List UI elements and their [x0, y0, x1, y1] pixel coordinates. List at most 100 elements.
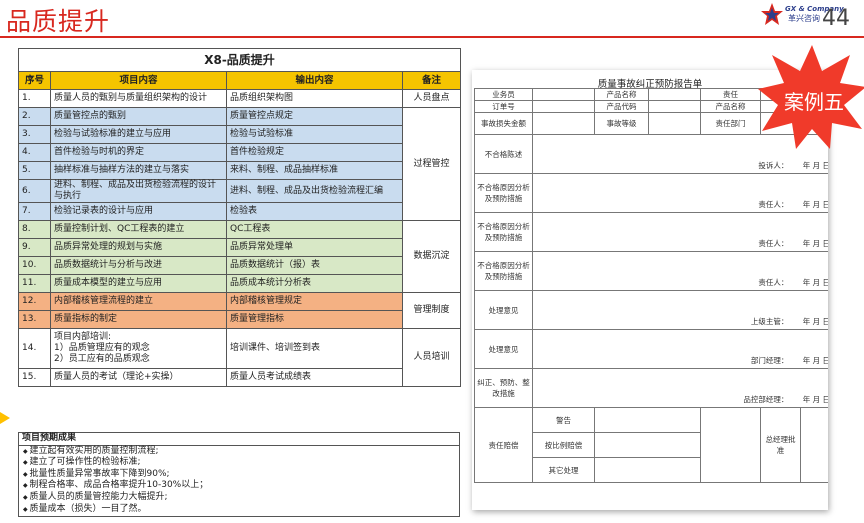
- table-cell: 4.: [18, 143, 51, 162]
- title-rule: [0, 36, 864, 38]
- table-cell: 抽样标准与抽样方法的建立与落实: [50, 161, 227, 180]
- table-cell: 品质成本统计分析表: [226, 274, 403, 293]
- table-cell: 培训课件、培训签到表: [226, 328, 403, 369]
- table-row: 2. 质量管控点的甄别 质量管控点规定 过程管控: [18, 107, 462, 221]
- remark-cell: 管理制度: [401, 292, 462, 329]
- table-cell: 5.: [18, 161, 51, 180]
- date-label: 年 月 日: [802, 395, 828, 404]
- table-cell: 检验与试验标准的建立与应用: [50, 125, 227, 144]
- table-cell: 内部稽核管理流程的建立: [50, 292, 227, 311]
- table-row: 7. 检验记录表的设计与应用 检验表: [18, 202, 461, 221]
- table-cell: 质量人员考试成绩表: [226, 368, 403, 387]
- table-cell: 质量人员的甄别与质量组织架构的设计: [50, 89, 227, 108]
- plan-table-body: 1. 质量人员的甄别与质量组织架构的设计 品质组织架构图 人员盘点 2. 质量管控点的甄别…: [18, 89, 462, 387]
- table-cell: 15.: [18, 368, 51, 387]
- table-row: 3. 检验与试验标准的建立与应用 检验与试验标准: [18, 125, 461, 144]
- outcome-text: 批量性质量异常事故率下降到90%;: [29, 468, 170, 479]
- penalty-option: 警告: [532, 407, 595, 433]
- penalty-option: 按比例赔偿: [532, 432, 595, 458]
- table-cell: 6.: [18, 179, 51, 203]
- signature-label: 责任人：: [758, 278, 789, 287]
- signature-label: 上级主管：: [750, 317, 789, 326]
- signature-label: 品控部经理：: [743, 395, 789, 404]
- table-cell: 品质数据统计（报）表: [226, 256, 403, 275]
- table-cell: 品质数据统计与分析与改进: [50, 256, 227, 275]
- pointer-arrow-icon: [0, 412, 10, 424]
- form-label: 不合格原因分析及预防措施: [474, 251, 533, 291]
- date-label: 年 月 日: [802, 317, 828, 326]
- star-logo-icon: [761, 3, 783, 25]
- table-row: 1. 质量人员的甄别与质量组织架构的设计 品质组织架构图 人员盘点: [18, 89, 462, 108]
- form-label: 处理意见: [474, 329, 533, 369]
- date-label: 年 月 日: [802, 200, 828, 209]
- table-cell: 来料、制程、成品抽样标准: [226, 161, 403, 180]
- list-item: ◆ 制程合格率、成品合格率提升10-30%以上；: [19, 480, 459, 492]
- table-cell: 3.: [18, 125, 51, 144]
- table-cell: 质量管控点的甄别: [50, 107, 227, 126]
- table-cell: 首件检验规定: [226, 143, 403, 162]
- table-cell: 检验记录表的设计与应用: [50, 202, 227, 221]
- expected-outcomes: 项目预期成果 ◆ 建立起有效实用的质量控制流程; ◆ 建立了可操作性的检验标准; ◆…: [18, 432, 460, 518]
- column-header: 备注: [401, 71, 462, 90]
- outcome-text: 质量成本（损失）一目了然。: [29, 503, 147, 514]
- remark-cell: 人员盘点: [401, 89, 462, 108]
- form-label: 处理意见: [474, 290, 533, 330]
- form-label: 事故等级: [594, 112, 649, 135]
- form-label: 产品代码: [594, 100, 649, 113]
- table-row: 14. 项目内部培训: 1）品质管理应有的观念 2）员工应有的品质观念 培训课件、培…: [18, 328, 462, 387]
- table-cell: 质量成本模型的建立与应用: [50, 274, 227, 293]
- outcome-text: 制程合格率、成品合格率提升10-30%以上；: [29, 480, 209, 491]
- form-label: 责任部门: [700, 112, 761, 135]
- signature-label: 部门经理：: [750, 356, 789, 365]
- form-label: 不合格陈述: [474, 134, 533, 174]
- table-row: 5. 抽样标准与抽样方法的建立与落实 来料、制程、成品抽样标准: [18, 161, 461, 180]
- table-cell: 检验表: [226, 202, 403, 221]
- penalty-option: 其它处理: [532, 457, 595, 483]
- case-badge: 案例五: [758, 45, 864, 149]
- logo-company-cn: 革兴咨询: [788, 14, 820, 23]
- table-cell: 首件检验与时机的界定: [50, 143, 227, 162]
- outcome-text: 建立了可操作性的检验标准;: [29, 457, 141, 468]
- table-row: 9. 品质异常处理的规划与实施 品质异常处理单: [18, 238, 461, 257]
- column-header: 序号: [18, 71, 51, 90]
- form-label: 不合格原因分析及预防措施: [474, 212, 533, 252]
- table-row: 4. 首件检验与时机的界定 首件检验规定: [18, 143, 461, 162]
- table-cell: 7.: [18, 202, 51, 221]
- list-item: ◆ 质量成本（损失）一目了然。: [19, 504, 459, 516]
- form-label: 纠正、预防、整改措施: [474, 368, 533, 408]
- outcome-text: 建立起有效实用的质量控制流程;: [29, 445, 159, 456]
- table-cell: 进料、制程、成品及出货检验流程的设计与执行: [50, 179, 227, 203]
- table-cell: QC工程表: [226, 220, 403, 239]
- form-label: 事故损失金额: [474, 112, 533, 135]
- table-cell: 品质组织架构图: [226, 89, 403, 108]
- table-cell: 12.: [18, 292, 51, 311]
- page-number: 44: [822, 6, 850, 31]
- form-label: 责任: [700, 88, 761, 101]
- page-title: 品质提升: [6, 7, 111, 36]
- outcomes-list: ◆ 建立起有效实用的质量控制流程; ◆ 建立了可操作性的检验标准; ◆ 批量性质量异…: [19, 446, 459, 516]
- table-row: 15. 质量人员的考试（理论+实操） 质量人员考试成绩表: [18, 368, 461, 387]
- column-header: 项目内容: [50, 71, 227, 90]
- form-label: 不合格原因分析及预防措施: [474, 173, 533, 213]
- table-title: X8-品质提升: [17, 48, 462, 72]
- date-label: 年 月 日: [802, 278, 828, 287]
- table-cell: 质量人员的考试（理论+实操）: [50, 368, 227, 387]
- list-item: ◆ 建立起有效实用的质量控制流程;: [19, 446, 459, 458]
- table-row: 8. 质量控制计划、QC工程表的建立 QC工程表 数据沉淀: [18, 220, 462, 293]
- table-cell: 品质异常处理的规划与实施: [50, 238, 227, 257]
- date-label: 年 月 日: [802, 356, 828, 365]
- table-cell: 质量控制计划、QC工程表的建立: [50, 220, 227, 239]
- table-cell: 进料、制程、成品及出货检验流程汇编: [226, 179, 403, 203]
- table-cell: 9.: [18, 238, 51, 257]
- table-cell: 内部稽核管理规定: [226, 292, 403, 311]
- remark-cell: 人员培训: [401, 328, 462, 387]
- column-header: 输出内容: [226, 71, 403, 90]
- quality-plan-table: X8-品质提升 序号 项目内容 输出内容 备注 1. 质量人员的甄别与质量组织架构…: [17, 48, 462, 387]
- table-row: 12. 内部稽核管理流程的建立 内部稽核管理规定 管理制度: [18, 292, 462, 329]
- signature-label: 责任人：: [758, 239, 789, 248]
- table-row: 13. 质量指标的制定 质量管理指标: [18, 310, 461, 329]
- form-label: 总经理批准: [760, 407, 801, 483]
- remark-cell: 过程管控: [401, 107, 462, 221]
- form-label: 产品名称: [594, 88, 649, 101]
- case-badge-label: 案例五: [784, 90, 844, 114]
